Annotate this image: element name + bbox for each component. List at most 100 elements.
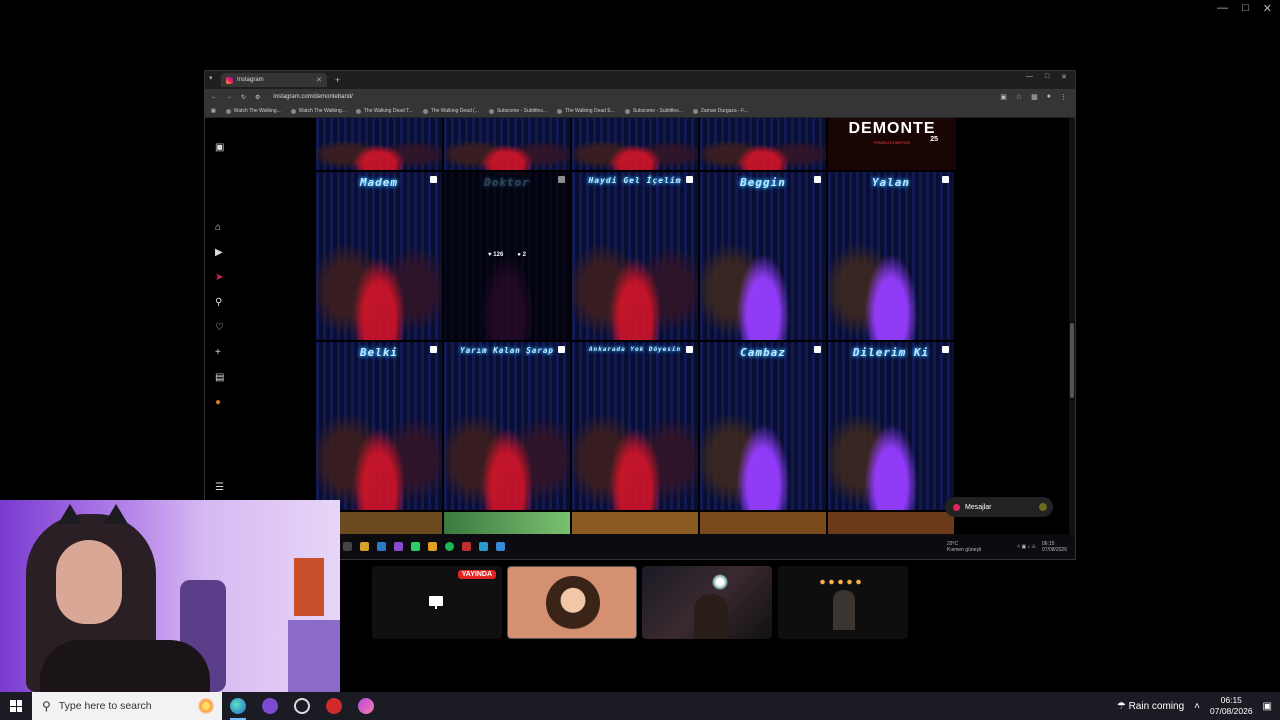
bookmark-item[interactable]: The Walking Dead T... [355,108,413,114]
bookmark-item[interactable]: Subscene - Subtitles... [488,108,547,114]
profile-avatar-icon[interactable]: ● [215,397,221,408]
taskbar-clock[interactable]: 06:15 07/08/2026 [1210,695,1253,717]
post-tile[interactable] [700,118,826,170]
taskbar-app[interactable] [254,692,286,720]
post-tile[interactable] [572,512,698,534]
reload-icon[interactable]: ↻ [241,94,246,101]
post-tile[interactable]: Beggin [700,172,826,340]
post-title: Ankarada Yok Döyesin [588,346,682,353]
post-tile[interactable] [828,512,954,534]
bookmark-star-icon[interactable]: ☆ [1016,93,1022,101]
cat-ear-headphones [58,504,82,524]
bookmark-item[interactable]: The Walking Dead E... [556,108,615,114]
browser-maximize-icon[interactable]: □ [1045,73,1049,81]
post-title: Belki [359,346,399,359]
profile-icon[interactable]: ● [1047,93,1051,101]
tab-instagram[interactable]: Instagram ✕ [221,73,327,87]
captured-steam-icon [479,542,488,551]
create-plus-icon[interactable]: + [215,347,221,358]
reel-icon [814,346,821,353]
minimize-icon[interactable]: — [1217,2,1228,15]
tab-search-icon[interactable]: ▾ [209,74,213,82]
post-tile[interactable] [316,118,442,170]
search-highlight-icon[interactable] [196,696,216,716]
post-tile[interactable]: Yalan [828,172,954,340]
menu-icon[interactable]: ⋮ [1060,93,1067,101]
url-field[interactable]: instagram.com/demonteband/ [273,94,352,100]
captured-start-icon [343,542,352,551]
notifications-heart-icon[interactable]: ♡ [215,322,224,333]
post-tile[interactable]: Ankarada Yok Döyesin [572,342,698,510]
more-menu-icon[interactable]: ☰ [215,482,224,493]
back-icon[interactable]: ← [211,94,217,100]
close-icon[interactable]: ✕ [1263,2,1272,15]
post-title: Cambaz [740,346,786,359]
apps-icon[interactable]: ▦ [211,108,216,114]
tray-chevron-icon[interactable]: ˄ [1194,701,1200,712]
post-tile[interactable]: Yarım Kalan Şarap [444,342,570,510]
post-tile[interactable] [444,512,570,534]
webcam-poster [294,558,324,616]
participant-tile-camera[interactable] [778,566,908,639]
taskbar-app[interactable] [286,692,318,720]
bookmark-item[interactable]: Watch The Walking... [225,108,281,114]
post-title: Yalan [871,176,911,189]
new-tab-button[interactable]: + [335,75,340,85]
notification-icon[interactable]: ▣ [1263,701,1272,712]
dashboard-icon[interactable]: ▤ [215,372,224,383]
home-icon[interactable]: ⌂ [215,222,221,233]
post-tile[interactable]: Cambaz [700,342,826,510]
post-title: Dilerim Ki [852,346,930,359]
reels-icon[interactable]: ▶ [215,247,223,258]
messages-icon[interactable]: ➤ [215,272,223,283]
captured-clock: 06:15 07/08/2026 [1041,540,1067,553]
scrollbar-thumb[interactable] [1070,323,1074,398]
participant-tile-camera[interactable] [642,566,772,639]
browser-minimize-icon[interactable]: — [1026,73,1033,81]
reel-icon [686,176,693,183]
post-tile[interactable]: Haydi Gel İçelim [572,172,698,340]
search-icon[interactable]: ⚲ [215,297,222,308]
post-tile-poster[interactable]: DEMONTE FIRARLI KOMPOZE 25 [828,118,956,170]
poster-subtitle: FIRARLI KOMPOZE [873,140,911,145]
webcam-overlay [0,500,340,692]
post-tile[interactable]: Dilerim Ki [828,342,954,510]
taskbar-app[interactable] [318,692,350,720]
captured-spotify-icon [445,542,454,551]
maximize-icon[interactable]: □ [1242,2,1249,15]
taskbar-app[interactable] [350,692,382,720]
taskbar-edge[interactable] [222,692,254,720]
reel-icon [686,346,693,353]
post-tile[interactable] [572,118,698,170]
post-tile[interactable] [444,118,570,170]
post-tile[interactable] [700,512,826,534]
start-button[interactable] [0,692,32,720]
participant-tile-screen[interactable]: YAYINDA [372,566,502,639]
install-icon[interactable]: ▣ [1000,93,1007,101]
post-tile-hovered[interactable]: Doktor ♥ 126 ● 2 [444,172,570,340]
post-tile[interactable]: Belki [316,342,442,510]
forward-icon[interactable]: → [226,94,232,100]
browser-close-icon[interactable]: ✕ [1061,73,1067,81]
weather-widget[interactable]: ☂ Rain coming [1117,701,1184,712]
site-info-icon[interactable]: ⚙ [255,94,260,101]
post-title: Yarım Kalan Şarap [460,346,554,355]
post-title: Madem [359,176,399,189]
search-icon: ⚲ [42,699,51,713]
app-icon [358,698,374,714]
participant-tile-avatar[interactable] [507,566,637,639]
close-tab-icon[interactable]: ✕ [316,76,322,84]
bookmark-item[interactable]: Watch The Walking... [290,108,346,114]
taskbar-search-box[interactable]: ⚲ Type here to search [32,692,222,720]
instagram-favicon-icon [226,76,233,84]
bookmark-item[interactable]: Zaman Durgaza - F... [692,108,748,114]
bookmark-item[interactable]: The Walking Dead (... [422,108,479,114]
page-scrollbar[interactable] [1069,118,1075,534]
participant-avatar [546,576,600,630]
instagram-logo-icon[interactable]: ▣ [215,142,224,153]
messages-button[interactable]: Mesajlar [945,497,1053,517]
extensions-icon[interactable]: ▦ [1031,93,1038,101]
webcam-body [40,640,210,692]
bookmark-item[interactable]: Subscene - Subtitles... [624,108,683,114]
post-tile[interactable]: Madem [316,172,442,340]
